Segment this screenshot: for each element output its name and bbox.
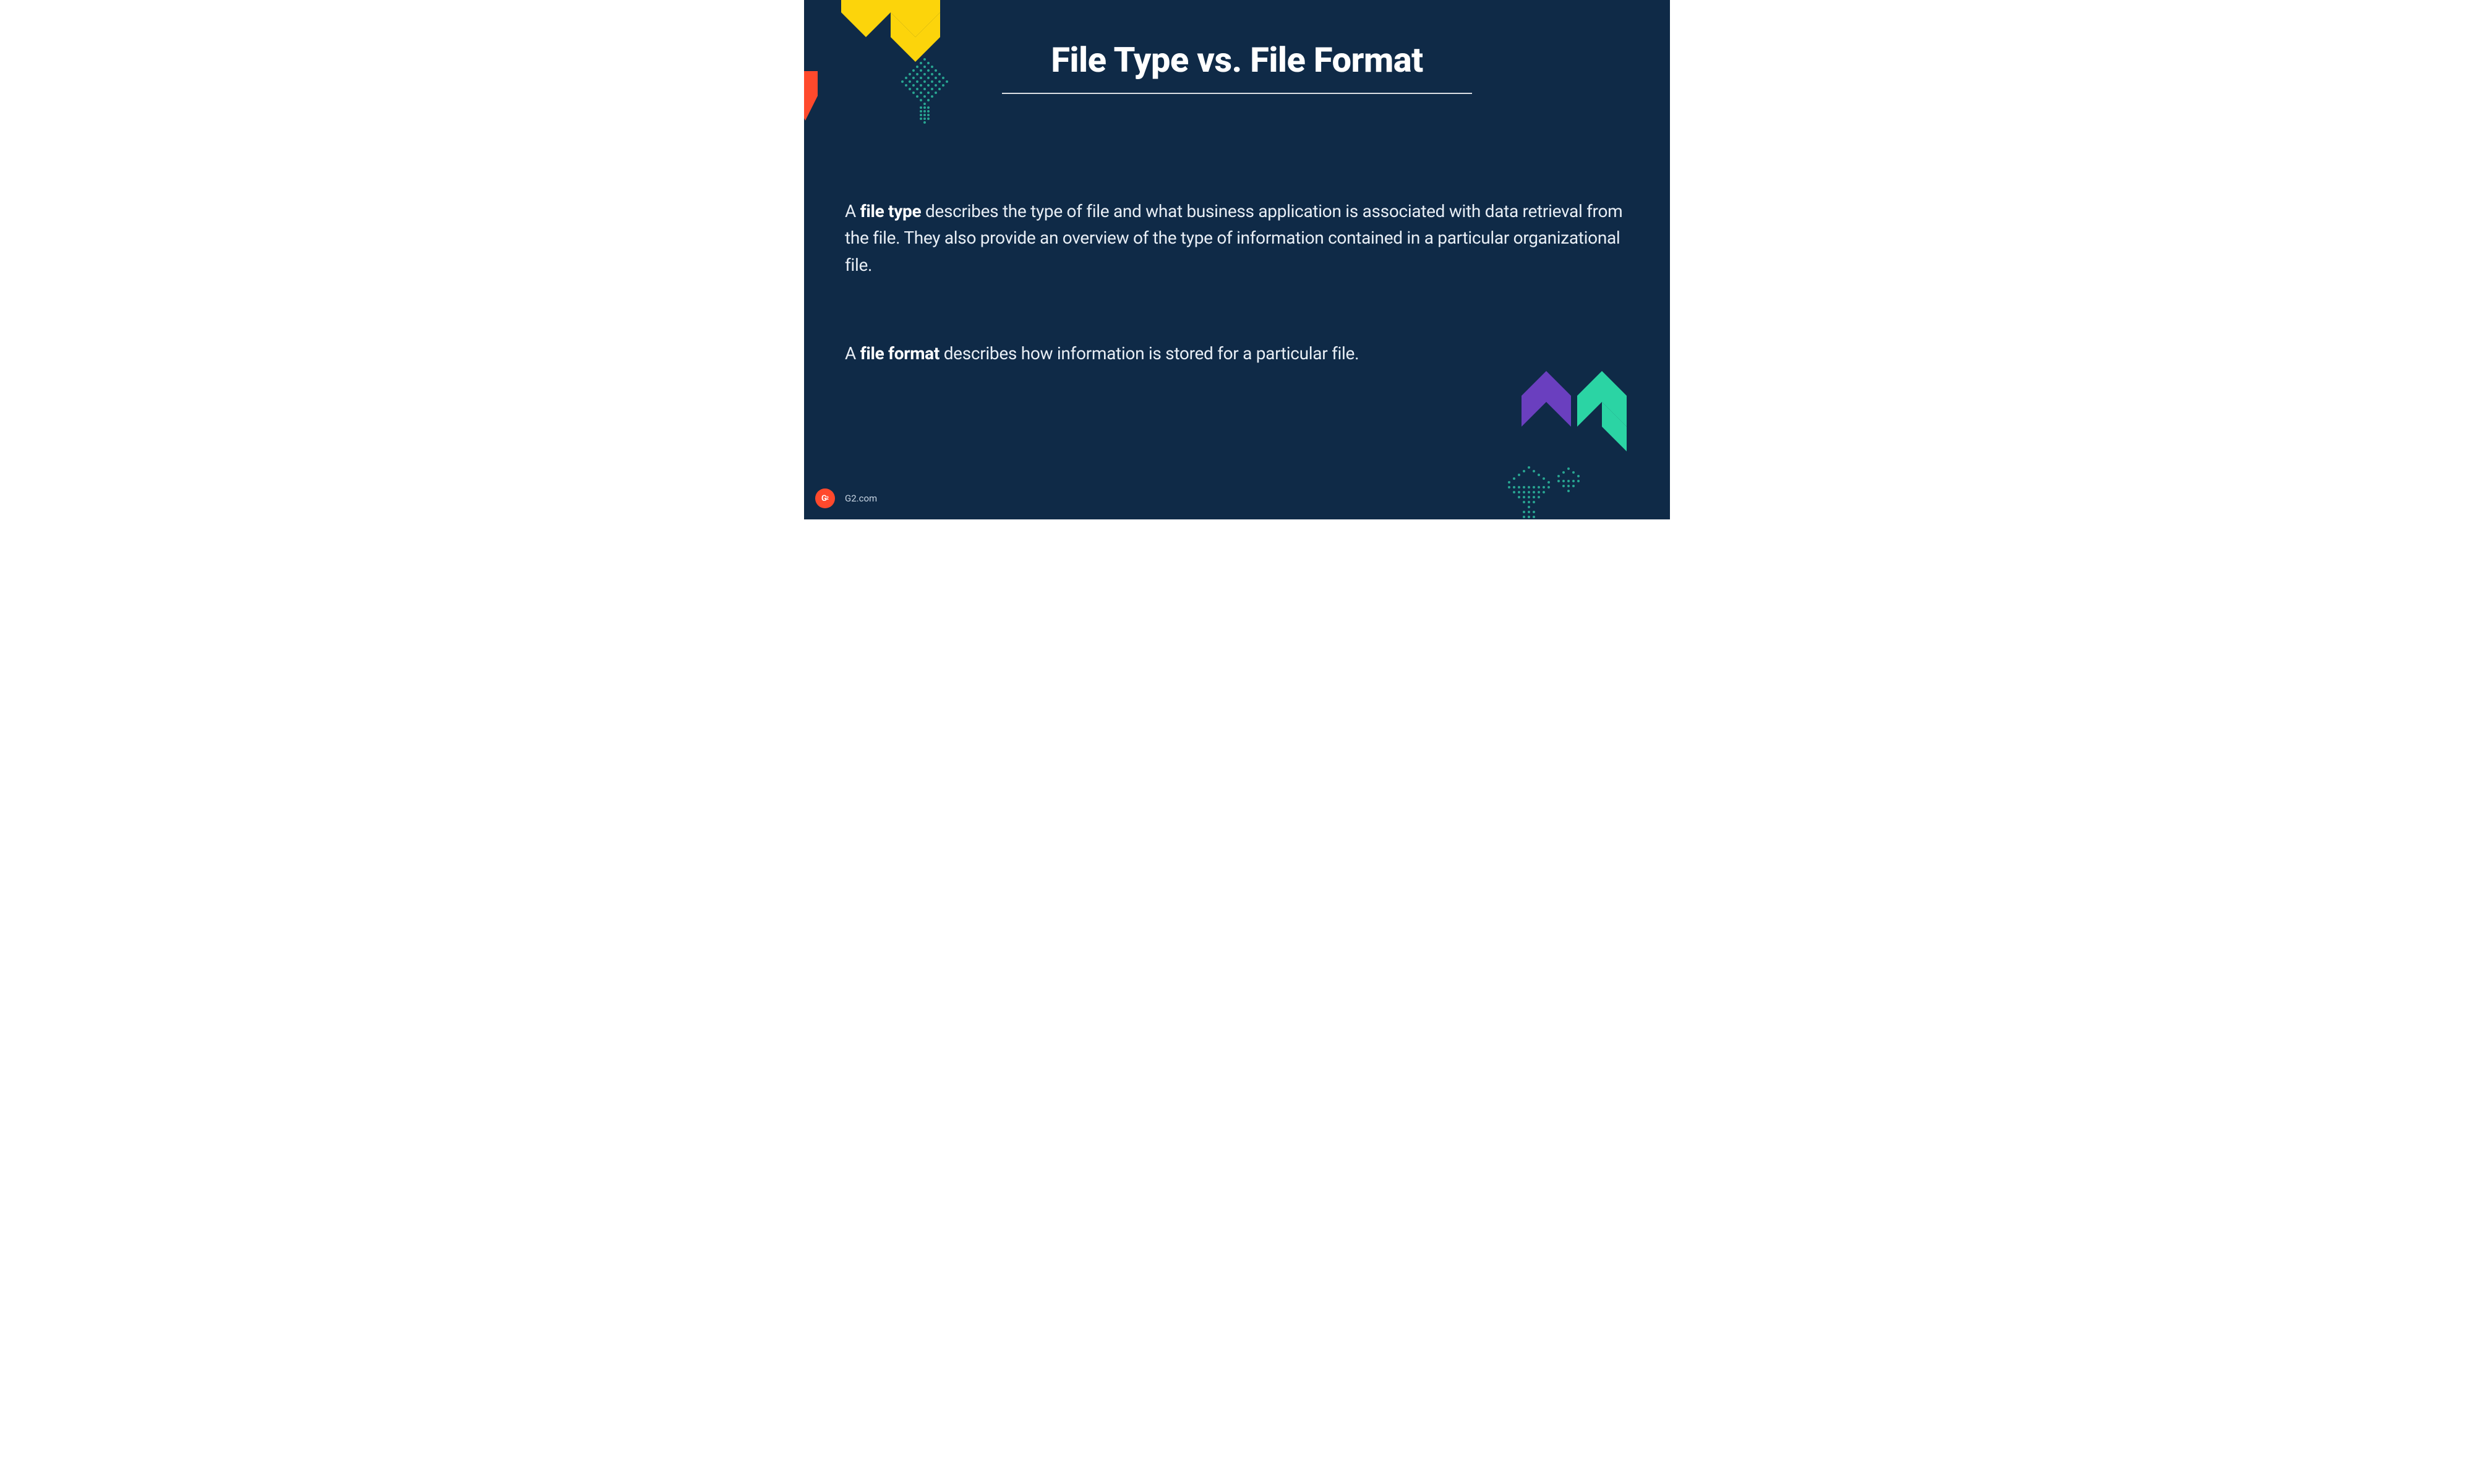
footer-site-text: G2.com — [845, 493, 877, 504]
bold-file-format: file format — [860, 343, 940, 364]
footer: G2 G2.com — [815, 488, 877, 508]
slide-title: File Type vs. File Format — [1002, 40, 1472, 80]
purple-teal-arrow-decoration — [1509, 371, 1651, 451]
logo-letter-2: 2 — [826, 496, 829, 501]
slide: File Type vs. File Format A file type de… — [804, 0, 1670, 519]
bold-file-type: file type — [860, 201, 922, 221]
dot-pattern-bottom — [1484, 464, 1590, 519]
text-run: describes the type of file and what busi… — [845, 201, 1622, 275]
text-run: describes how information is stored for … — [940, 343, 1359, 364]
paragraph-file-type: A file type describes the type of file a… — [845, 198, 1630, 278]
text-run: A — [845, 201, 860, 221]
red-arrow-decoration — [804, 71, 836, 139]
dot-pattern-top — [878, 56, 971, 155]
g2-logo-icon: G2 — [815, 488, 835, 508]
text-run: A — [845, 343, 860, 364]
title-underline — [1002, 93, 1472, 94]
paragraph-file-format: A file format describes how information … — [845, 340, 1630, 367]
